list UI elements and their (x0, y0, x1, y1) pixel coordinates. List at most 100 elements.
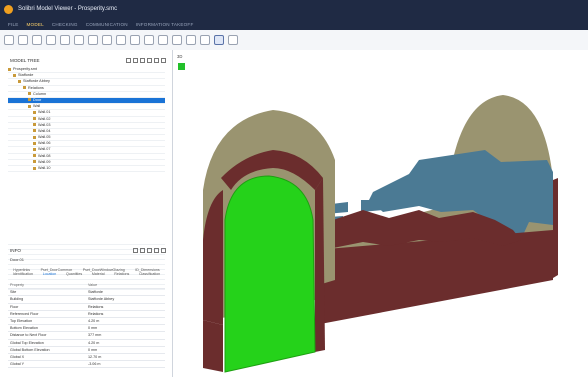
property-row[interactable]: Global X 12.70 m (8, 354, 165, 362)
undo-icon[interactable] (4, 35, 14, 45)
tree-node-icon (33, 123, 36, 127)
info-option-icon[interactable] (140, 248, 145, 253)
tree-item-label: Wall.03 (38, 122, 51, 127)
tab-identification[interactable]: Identification (13, 272, 33, 276)
property-row[interactable]: Referenced Floor Relations (8, 311, 165, 318)
visibility-icon[interactable] (214, 35, 224, 45)
info-title: INFO (10, 248, 21, 253)
property-row[interactable]: Bottom Elevation 0 mm (8, 325, 165, 333)
tree-item-label: Wall.10 (38, 166, 51, 170)
info-tabs-row2: Identification Location Quantities Mater… (8, 272, 165, 276)
property-value: 12.70 m (88, 354, 102, 359)
info-actions (131, 248, 166, 253)
property-name: Site (10, 290, 17, 295)
tree-option-icon[interactable] (126, 58, 131, 63)
search-zoom-icon[interactable] (130, 35, 140, 45)
property-value: Stafforde Abbey (88, 297, 115, 302)
tree-item-label: Relations (28, 85, 44, 90)
property-name: Top Elevation (10, 318, 33, 323)
property-value: 0 mm (88, 347, 98, 352)
property-name: Building (10, 297, 24, 302)
tree-node-icon (33, 154, 36, 158)
property-row[interactable]: Site Stafforde (8, 289, 165, 297)
tree-node-icon (23, 86, 26, 90)
info-option-icon[interactable] (133, 248, 138, 253)
tree-option-icon[interactable] (161, 58, 166, 63)
tree-option-icon[interactable] (133, 58, 138, 63)
zoom-out-icon[interactable] (158, 35, 168, 45)
model-icon[interactable] (116, 35, 126, 45)
tree-node-icon (8, 67, 11, 71)
zoom-in-icon[interactable] (144, 35, 154, 45)
tab-relations[interactable]: Relations (114, 272, 129, 276)
tree-item-label: Wall.01 (38, 110, 51, 115)
menu-information-takeoff[interactable]: INFORMATION TAKEOFF (136, 22, 194, 27)
filter-icon[interactable] (102, 35, 112, 45)
tree-node-icon (28, 98, 31, 102)
property-row[interactable]: Top Elevation 4.20 m (8, 318, 165, 326)
properties-header: Property Value (8, 282, 165, 290)
info-option-icon[interactable] (147, 248, 152, 253)
tree-node-icon (33, 141, 36, 145)
property-name: Distance to Next Floor (10, 333, 47, 338)
tab-quantities[interactable]: Quantities (66, 272, 82, 276)
tree-item-label: Wall.09 (38, 159, 51, 164)
3d-viewport[interactable]: 3D (173, 50, 588, 377)
info-option-icon[interactable] (161, 248, 166, 253)
tab-material[interactable]: Material (92, 272, 105, 276)
menu-checking[interactable]: CHECKING (52, 22, 78, 27)
wall-brown-base (203, 320, 223, 372)
fit-icon[interactable] (172, 35, 182, 45)
layers-icon[interactable] (74, 35, 84, 45)
property-row[interactable]: Floor Relations (8, 304, 165, 311)
camera-icon[interactable] (228, 35, 238, 45)
menu-model[interactable]: MODEL (27, 22, 44, 27)
property-value: 4.20 m (88, 318, 100, 323)
property-name: Global Y (10, 362, 25, 367)
column-header-property: Property (10, 283, 24, 287)
tree-node-icon (33, 160, 36, 164)
walk-icon[interactable] (60, 35, 70, 45)
property-name: Bottom Elevation (10, 326, 38, 331)
measure-icon[interactable] (200, 35, 210, 45)
tab-classification[interactable]: Classification (139, 272, 160, 276)
tree-option-icon[interactable] (154, 58, 159, 63)
info-option-icon[interactable] (154, 248, 159, 253)
tree-option-icon[interactable] (140, 58, 145, 63)
property-name: Referenced Floor (10, 311, 39, 316)
settings-icon[interactable] (186, 35, 196, 45)
tree-item-label: Prosperity.smt (13, 67, 37, 71)
property-name: Global Top Elevation (10, 340, 44, 345)
menu-communication[interactable]: COMMUNICATION (86, 22, 128, 27)
property-row[interactable]: Distance to Next Floor 377 mm (8, 332, 165, 340)
menu-file[interactable]: FILE (8, 22, 19, 27)
tree-node-icon (13, 73, 16, 77)
left-panel: MODEL TREE Prosperity.smt Stafforde Staffo… (0, 50, 173, 377)
tree-node-icon (33, 135, 36, 139)
property-value: 4.20 m (88, 340, 100, 345)
tree-node-icon (18, 79, 21, 83)
app-icon (4, 4, 13, 14)
property-value: Relations (88, 311, 104, 316)
tab-location[interactable]: Location (43, 272, 57, 276)
zoom-icon[interactable] (46, 35, 56, 45)
menu-bar: FILE MODEL CHECKING COMMUNICATION INFORM… (0, 18, 588, 30)
tree-item-label: Door (33, 97, 42, 102)
redo-icon[interactable] (18, 35, 28, 45)
property-row[interactable]: Global Bottom Elevation 0 mm (8, 347, 165, 354)
tree-option-icon[interactable] (147, 58, 152, 63)
model-tree-header: MODEL TREE (0, 56, 172, 65)
tree-item-label: Wall.06 (38, 141, 51, 146)
tree-item[interactable]: Wall.10 (8, 166, 165, 173)
property-value: Relations (88, 304, 104, 309)
model-tree: Prosperity.smt Stafforde Stafforde Abbey Re… (8, 67, 165, 242)
info-selected: Door.01 (10, 257, 25, 262)
section-icon[interactable] (88, 35, 98, 45)
property-row[interactable]: Building Stafforde Abbey (8, 296, 165, 304)
rotate-icon[interactable] (32, 35, 42, 45)
property-row[interactable]: Global Y -3.06 m (8, 361, 165, 369)
tree-item-label: Stafforde Abbey (23, 79, 50, 84)
tree-node-icon (33, 110, 36, 114)
3d-model (203, 95, 558, 373)
property-row[interactable]: Global Top Elevation 4.20 m (8, 340, 165, 347)
